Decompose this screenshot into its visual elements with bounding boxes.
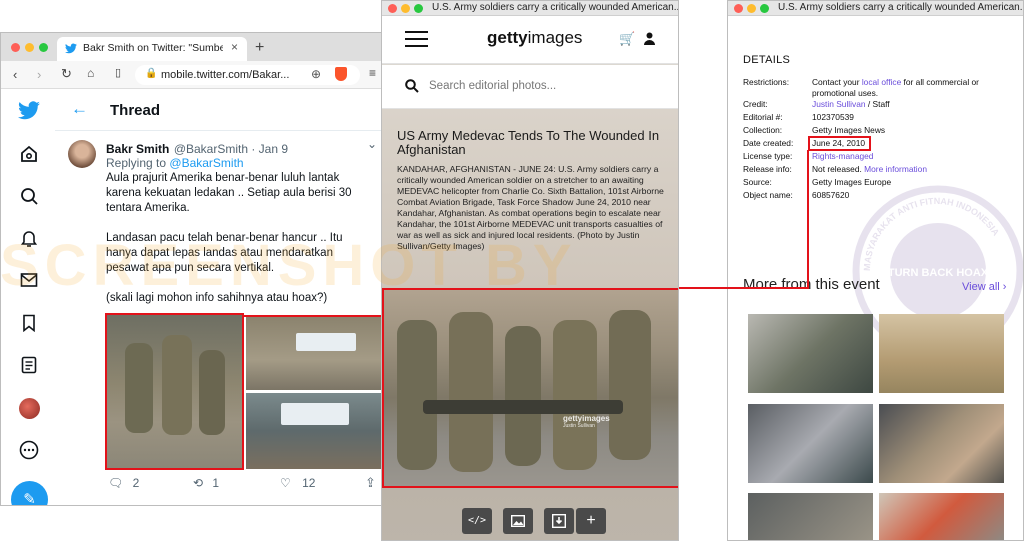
connector-getty-to-date bbox=[679, 150, 809, 289]
connector-lines bbox=[243, 150, 809, 317]
